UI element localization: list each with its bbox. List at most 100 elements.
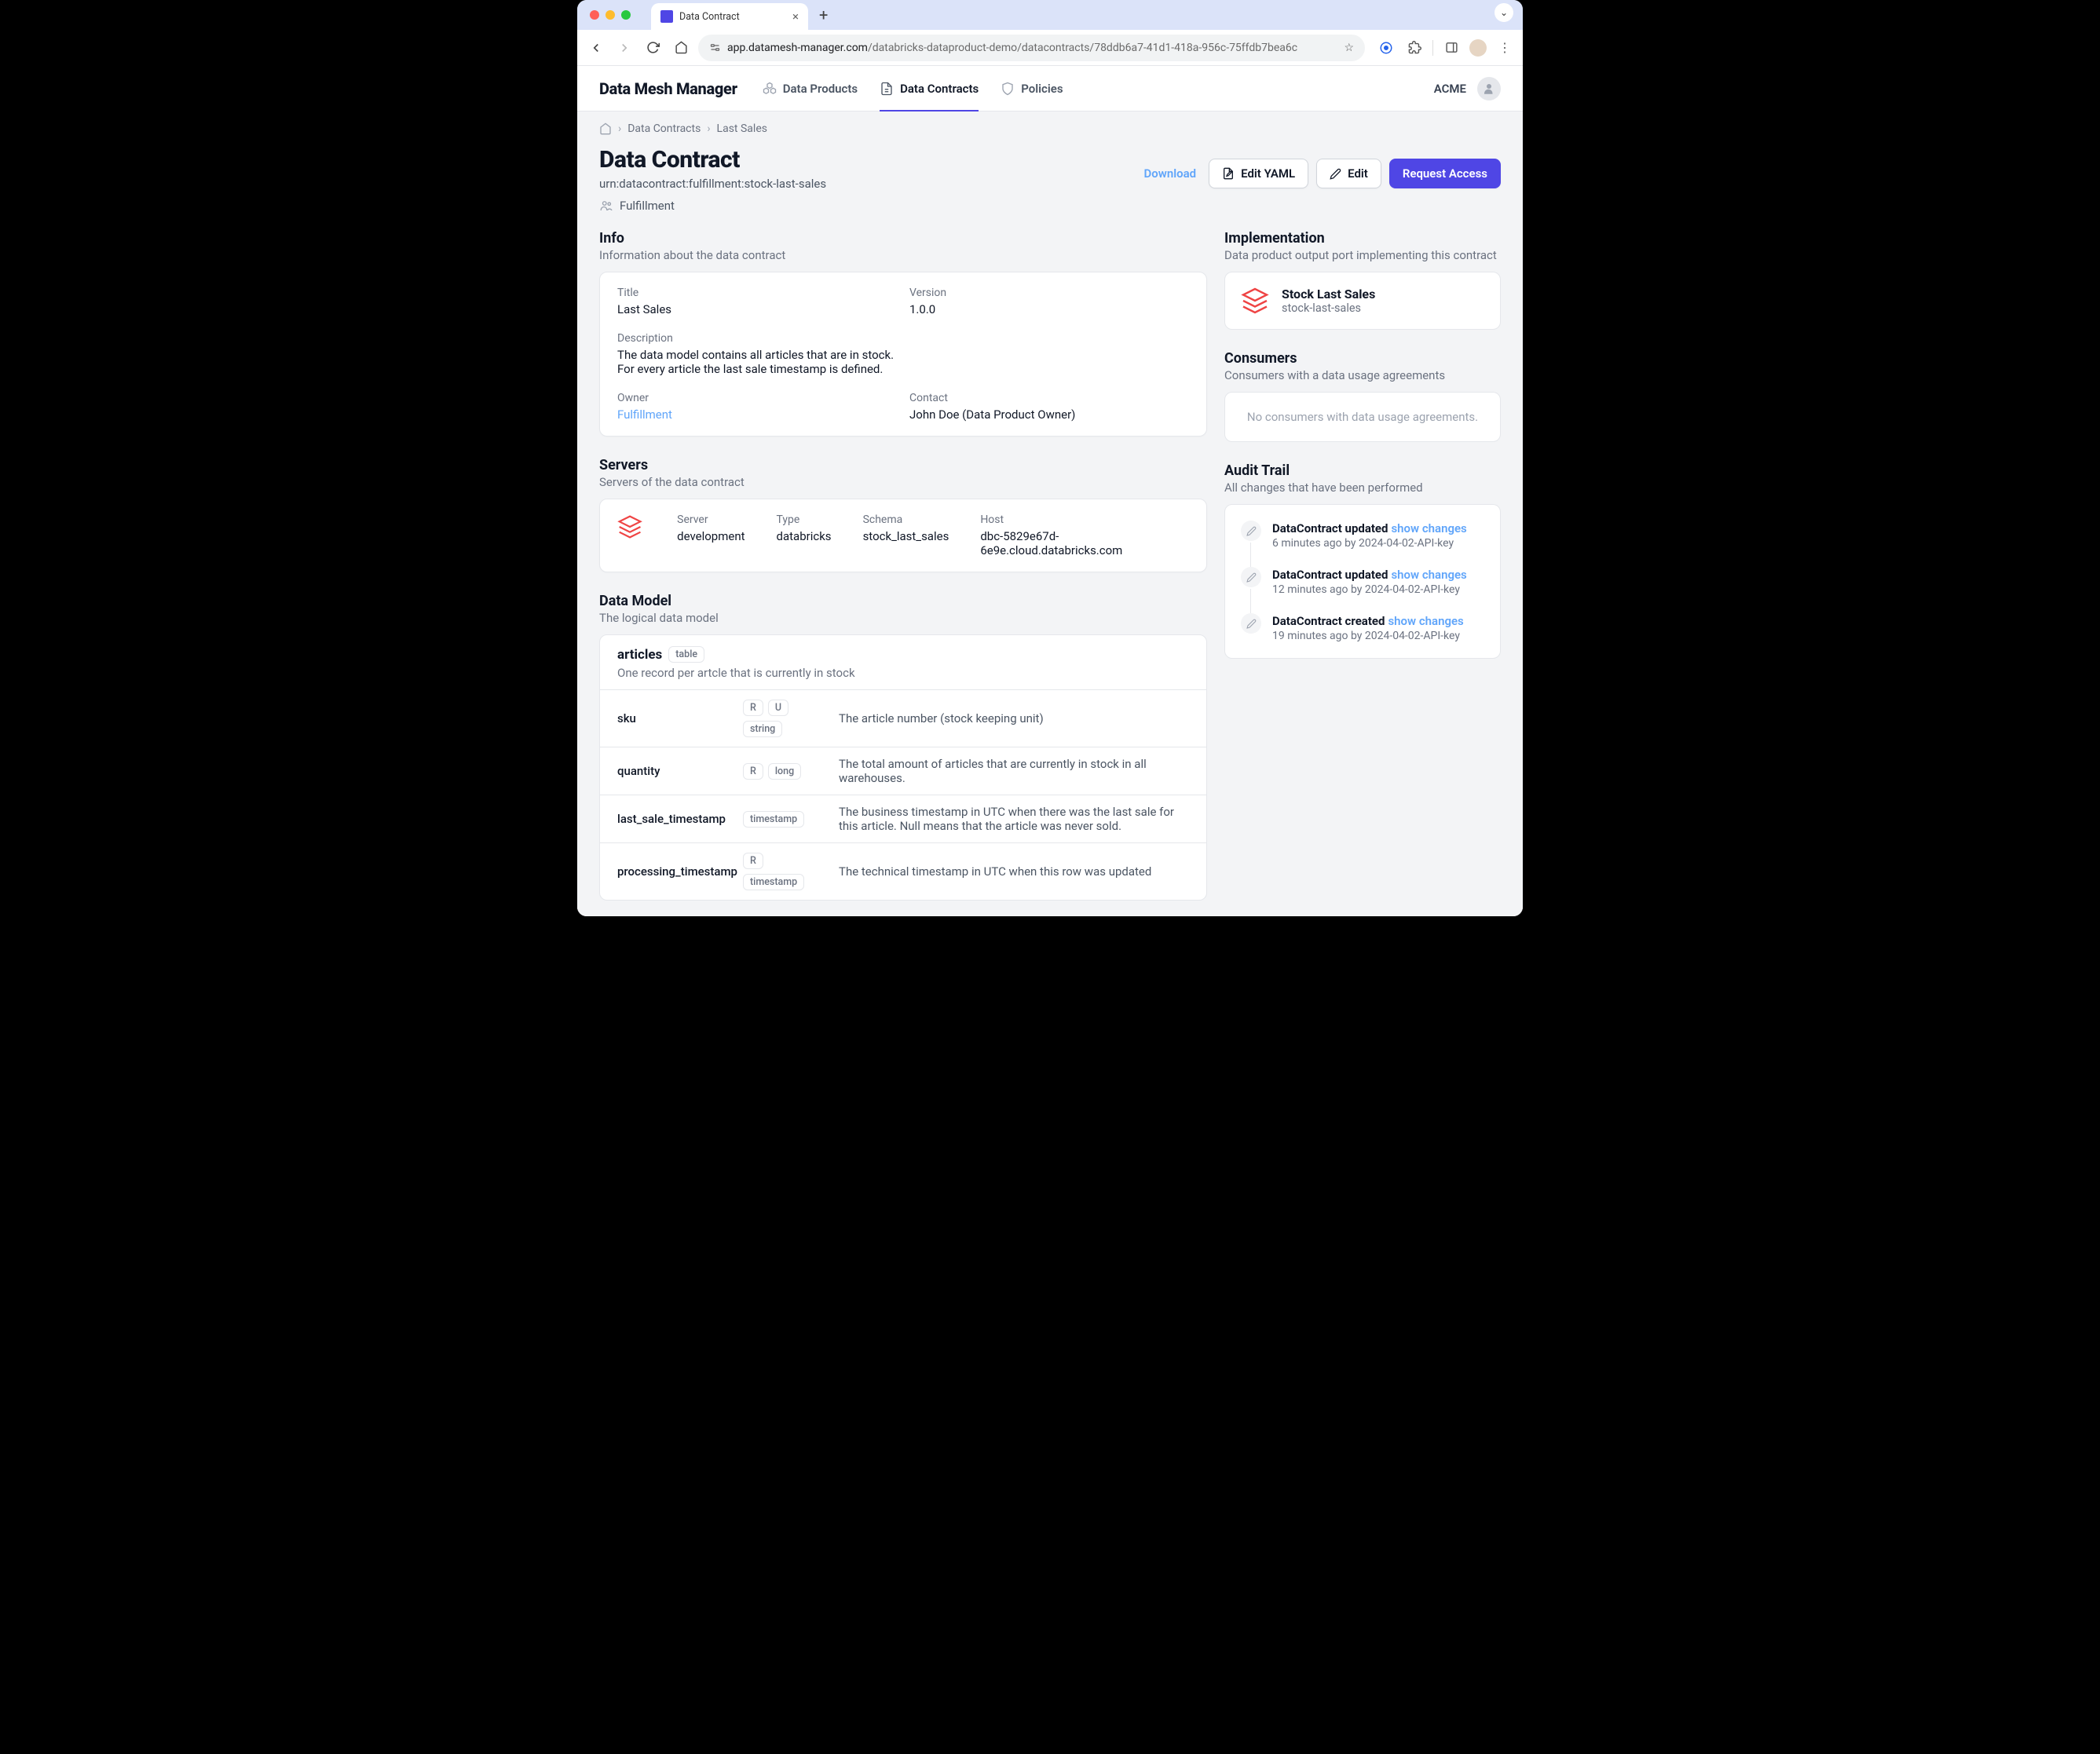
breadcrumb-link[interactable]: Data Contracts bbox=[627, 122, 701, 135]
audit-trail-section: Audit Trail All changes that have been p… bbox=[1224, 462, 1501, 659]
audit-title: DataContract updated bbox=[1272, 521, 1388, 535]
section-sub: Data product output port implementing th… bbox=[1224, 248, 1501, 262]
field-desc: The total amount of articles that are cu… bbox=[839, 757, 1189, 785]
page-team[interactable]: Fulfillment bbox=[599, 199, 1124, 213]
nav-data-products[interactable]: Data Products bbox=[763, 66, 858, 111]
audit-meta: 6 minutes ago by 2024-04-02-API-key bbox=[1272, 537, 1484, 550]
layers-icon bbox=[617, 513, 642, 540]
breadcrumb: › Data Contracts › Last Sales bbox=[599, 122, 1501, 135]
brand-logo[interactable]: Data Mesh Manager bbox=[599, 79, 737, 98]
data-model-section: Data Model The logical data model articl… bbox=[599, 593, 1207, 901]
breadcrumb-current: Last Sales bbox=[717, 122, 767, 135]
extensions-button[interactable] bbox=[1404, 38, 1425, 58]
user-avatar[interactable] bbox=[1477, 77, 1501, 100]
tab-list-button[interactable]: ⌄ bbox=[1495, 3, 1513, 22]
field-value: John Doe (Data Product Owner) bbox=[909, 407, 1189, 422]
home-icon[interactable] bbox=[599, 122, 612, 135]
type-badge: R bbox=[743, 853, 763, 869]
back-button[interactable] bbox=[585, 37, 607, 59]
new-tab-button[interactable]: + bbox=[808, 0, 839, 30]
info-section: Info Information about the data contract… bbox=[599, 230, 1207, 437]
field-badges: Rlong bbox=[743, 763, 829, 780]
servers-section: Servers Servers of the data contract Ser… bbox=[599, 457, 1207, 572]
nav-label: Data Products bbox=[783, 82, 858, 96]
section-heading: Audit Trail bbox=[1224, 462, 1501, 479]
field-label: Title bbox=[617, 287, 897, 299]
close-window-button[interactable] bbox=[590, 10, 599, 20]
pencil-icon bbox=[1241, 613, 1261, 634]
audit-meta: 12 minutes ago by 2024-04-02-API-key bbox=[1272, 583, 1484, 596]
profile-button[interactable] bbox=[1469, 39, 1487, 57]
audit-title: DataContract created bbox=[1272, 614, 1385, 628]
show-changes-link[interactable]: show changes bbox=[1388, 614, 1463, 628]
section-heading: Servers bbox=[599, 457, 1207, 473]
tab-title: Data Contract bbox=[679, 11, 740, 23]
address-bar[interactable]: app.datamesh-manager.com/databricks-data… bbox=[698, 35, 1365, 61]
nav-data-contracts[interactable]: Data Contracts bbox=[880, 66, 979, 111]
field-value: development bbox=[677, 529, 745, 543]
field-value: 1.0.0 bbox=[909, 302, 1189, 316]
field-name: quantity bbox=[617, 764, 734, 778]
field-value: stock_last_sales bbox=[863, 529, 949, 543]
pencil-icon bbox=[1241, 567, 1261, 587]
nav-policies[interactable]: Policies bbox=[1001, 66, 1063, 111]
entity-desc: One record per artcle that is currently … bbox=[617, 666, 1189, 680]
browser-tab-strip: Data Contract × + ⌄ bbox=[577, 0, 1523, 30]
owner-link[interactable]: Fulfillment bbox=[617, 407, 897, 422]
page-title: Data Contract bbox=[599, 146, 1124, 174]
site-settings-icon bbox=[709, 42, 721, 53]
extension-icon[interactable] bbox=[1376, 38, 1396, 58]
request-access-button[interactable]: Request Access bbox=[1389, 159, 1501, 188]
field-row: skuRUstringThe article number (stock kee… bbox=[600, 689, 1206, 747]
implementation-card[interactable]: Stock Last Sales stock-last-sales bbox=[1224, 272, 1501, 330]
consumers-empty: No consumers with data usage agreements. bbox=[1224, 392, 1501, 442]
close-tab-button[interactable]: × bbox=[792, 11, 799, 23]
app-header: Data Mesh Manager Data Products Data Con… bbox=[577, 66, 1523, 111]
type-badge: string bbox=[743, 721, 782, 737]
type-badge: timestamp bbox=[743, 811, 804, 828]
browser-tab[interactable]: Data Contract × bbox=[651, 3, 808, 30]
forward-button[interactable] bbox=[613, 37, 635, 59]
audit-item: DataContract created show changes 19 min… bbox=[1241, 613, 1484, 642]
nav-label: Data Contracts bbox=[900, 82, 979, 96]
field-label: Server bbox=[677, 513, 745, 526]
audit-item: DataContract updated show changes 6 minu… bbox=[1241, 521, 1484, 567]
layers-icon bbox=[1241, 287, 1269, 315]
url-host: app.datamesh-manager.com bbox=[727, 42, 868, 54]
chrome-menu-button[interactable]: ⋮ bbox=[1495, 38, 1515, 58]
edit-button[interactable]: Edit bbox=[1316, 159, 1381, 188]
download-button[interactable]: Download bbox=[1140, 166, 1202, 181]
impl-name: Stock Last Sales bbox=[1282, 287, 1375, 301]
bookmark-button[interactable]: ☆ bbox=[1344, 42, 1354, 54]
section-heading: Data Model bbox=[599, 593, 1207, 609]
field-row: processing_timestampRtimestampThe techni… bbox=[600, 842, 1206, 900]
type-badge: R bbox=[743, 763, 763, 780]
field-name: processing_timestamp bbox=[617, 864, 734, 879]
edit-yaml-button[interactable]: Edit YAML bbox=[1209, 159, 1308, 188]
url-path: /databricks-dataproduct-demo/datacontrac… bbox=[868, 42, 1297, 54]
maximize-window-button[interactable] bbox=[621, 10, 631, 20]
implementation-section: Implementation Data product output port … bbox=[1224, 230, 1501, 330]
field-name: sku bbox=[617, 711, 734, 725]
field-value: dbc-5829e67d-6e9e.cloud.databricks.com bbox=[980, 529, 1189, 557]
field-desc: The business timestamp in UTC when there… bbox=[839, 805, 1189, 833]
type-badge: long bbox=[768, 763, 801, 780]
show-changes-link[interactable]: show changes bbox=[1391, 521, 1466, 535]
field-label: Description bbox=[617, 332, 1189, 345]
field-value: Last Sales bbox=[617, 302, 897, 316]
section-heading: Consumers bbox=[1224, 350, 1501, 367]
side-panel-button[interactable] bbox=[1441, 38, 1462, 58]
org-name[interactable]: ACME bbox=[1434, 82, 1466, 96]
minimize-window-button[interactable] bbox=[605, 10, 615, 20]
home-button[interactable] bbox=[670, 37, 692, 59]
pencil-icon bbox=[1330, 168, 1341, 180]
document-icon bbox=[880, 82, 894, 96]
field-desc: The article number (stock keeping unit) bbox=[839, 711, 1189, 725]
pencil-icon bbox=[1241, 521, 1261, 541]
section-sub: Servers of the data contract bbox=[599, 475, 1207, 489]
show-changes-link[interactable]: show changes bbox=[1391, 568, 1466, 582]
window-controls bbox=[587, 0, 637, 30]
field-name: last_sale_timestamp bbox=[617, 812, 734, 826]
cubes-icon bbox=[763, 82, 777, 96]
reload-button[interactable] bbox=[642, 37, 664, 59]
